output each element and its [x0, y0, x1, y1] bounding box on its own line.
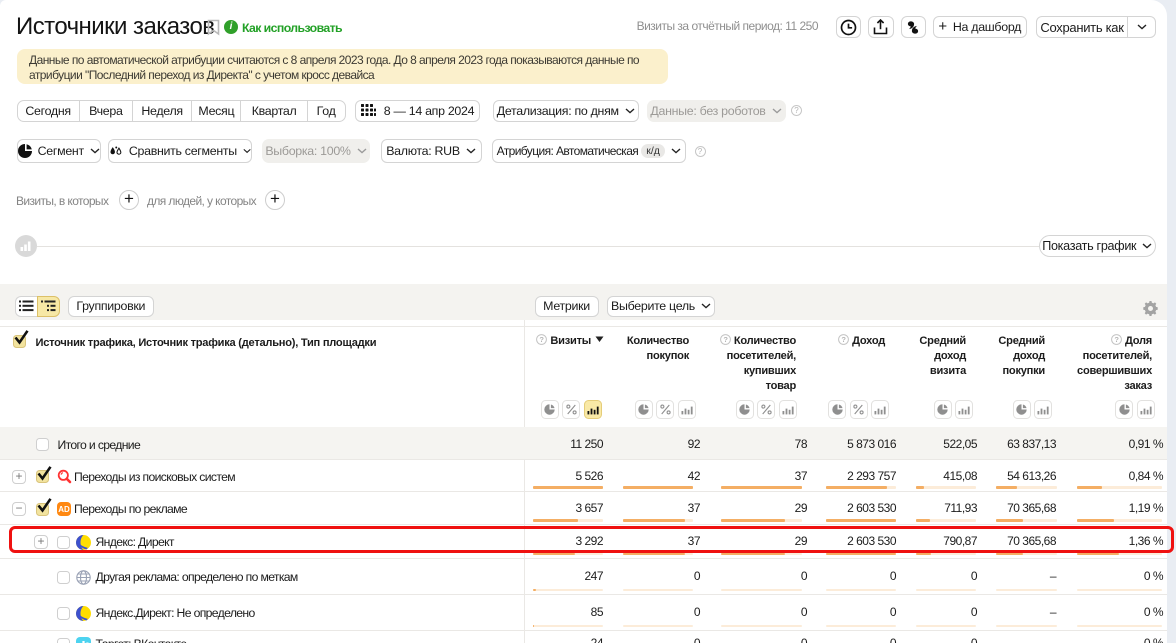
svg-text:?: ? — [841, 335, 846, 344]
svg-text:AD: AD — [58, 505, 70, 514]
svg-text:?: ? — [1114, 335, 1119, 344]
svg-text:?: ? — [540, 335, 545, 344]
svg-text:?: ? — [723, 335, 728, 344]
